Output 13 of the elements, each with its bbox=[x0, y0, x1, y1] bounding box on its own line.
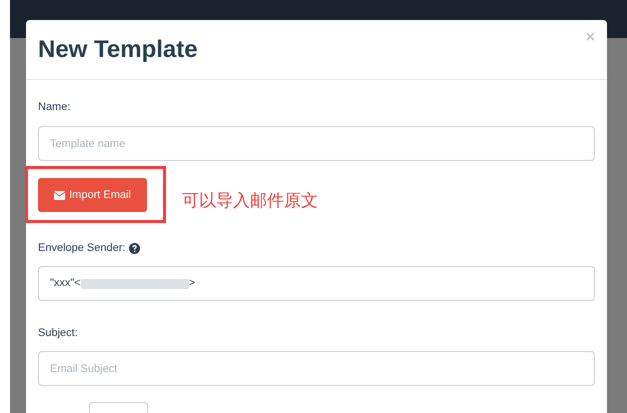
field-label: Envelope Sender: bbox=[38, 241, 126, 255]
field-label: Subject: bbox=[38, 326, 79, 340]
field-label: Name: bbox=[38, 100, 72, 114]
import-email-button[interactable]: Import Email bbox=[38, 178, 147, 212]
sender-value: "xxx"< bbox=[50, 276, 81, 292]
envelope-sender-field[interactable]: "xxx"< > bbox=[38, 266, 595, 301]
help-icon[interactable] bbox=[129, 242, 140, 254]
sender-value: > bbox=[188, 276, 196, 292]
envelope-icon bbox=[54, 190, 66, 200]
annotation-text: 可以导入邮件原文 bbox=[182, 190, 318, 212]
subject-field[interactable]: Email Subject bbox=[38, 351, 595, 386]
template-name-field[interactable]: Template name bbox=[38, 126, 595, 161]
modal-title: New Template bbox=[38, 35, 198, 65]
